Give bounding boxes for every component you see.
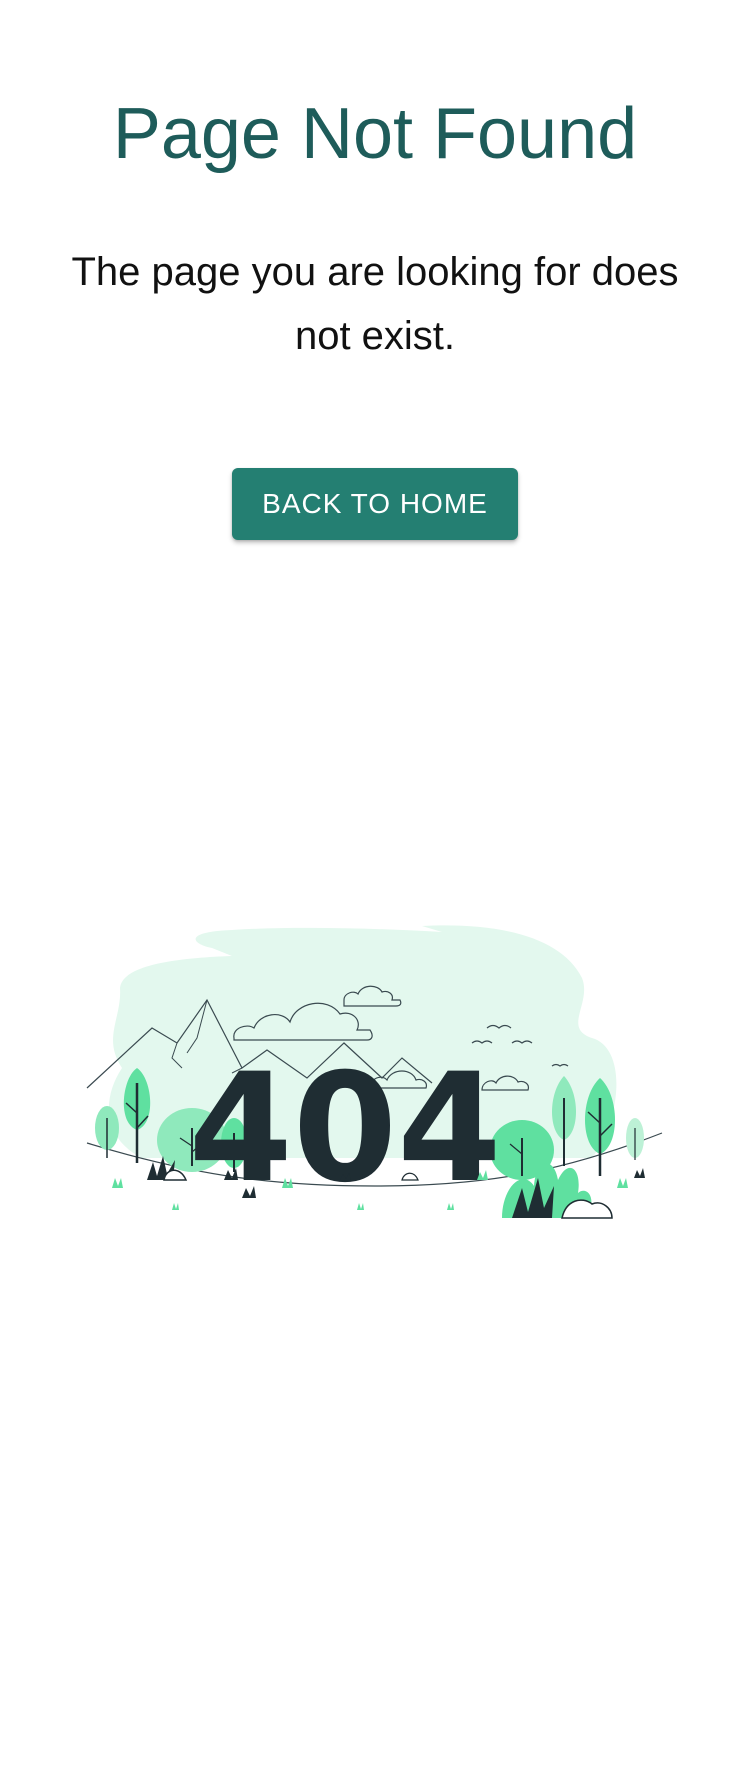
illustration-svg: 404 [86,925,663,1219]
rock-icon [163,1169,188,1181]
tree-icon [95,1106,119,1158]
404-landscape-illustration: 404 [82,918,668,1258]
not-found-page: Page Not Found The page you are looking … [0,0,750,1790]
tree-icon [626,1118,644,1160]
404-code-text: 404 [188,1042,501,1216]
page-title: Page Not Found [112,94,638,174]
error-message: The page you are looking for does not ex… [71,250,679,358]
back-to-home-button[interactable]: BACK TO HOME [232,468,518,540]
